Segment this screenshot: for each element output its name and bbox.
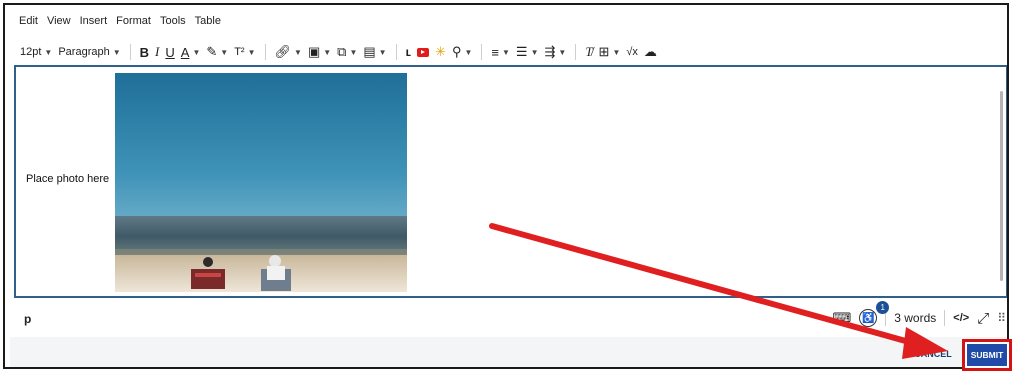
fullscreen-icon[interactable]: ⤢ [977, 310, 989, 327]
menu-tools[interactable]: Tools [160, 15, 186, 33]
image-button[interactable]: ▣ ▼ [305, 42, 334, 62]
toolbar-divider [264, 44, 266, 60]
chevron-down-icon: ▼ [112, 47, 121, 57]
align-left-icon: ≡ [491, 44, 499, 60]
resize-handle-icon[interactable]: ⠿ [997, 311, 1006, 325]
superscript-icon: T² [234, 46, 245, 58]
text-color-icon: A [180, 44, 190, 60]
align-button[interactable]: ≡ ▼ [488, 42, 513, 62]
menu-edit[interactable]: Edit [19, 15, 38, 33]
beach-photo[interactable] [115, 73, 407, 292]
font-size-select[interactable]: 12pt ▼ [17, 42, 55, 62]
clear-format-icon: T̸ [585, 44, 593, 59]
cloud-icon: ☁ [643, 44, 657, 59]
youtube-icon [417, 47, 430, 57]
media-icon: ⧉ [337, 44, 347, 59]
status-divider [944, 310, 946, 326]
apps-button[interactable]: ✳ [432, 42, 449, 62]
chevron-down-icon: ▼ [349, 47, 358, 57]
chevron-down-icon: ▼ [44, 47, 53, 57]
menu-insert[interactable]: Insert [80, 15, 108, 33]
link-icon: 🔗︎ [274, 44, 292, 59]
document-button[interactable]: ▤ ▼ [360, 42, 389, 62]
block-format-select[interactable]: Paragraph ▼ [55, 42, 123, 62]
editor-content-area[interactable]: Place photo here [14, 65, 1007, 298]
menu-bar: Edit View Insert Format Tools Table [19, 15, 221, 33]
superscript-button[interactable]: T² ▼ [231, 42, 258, 62]
accessibility-checker[interactable]: ♿ 1 [859, 301, 890, 327]
chevron-down-icon: ▼ [323, 47, 332, 57]
plug-icon: ⚲ [451, 44, 462, 59]
accessibility-count-badge: 1 [876, 301, 890, 314]
status-right: ⌨ ♿ 1 3 words </> ⤢ ⠿ [832, 301, 1006, 329]
bold-button[interactable]: B [137, 42, 152, 62]
bullet-list-button[interactable]: ☰ ▼ [513, 42, 542, 62]
app-logo-icon: ʟ [405, 45, 412, 59]
element-path[interactable]: p [24, 312, 31, 326]
table-icon: ⊞ [598, 44, 610, 59]
text-color-button[interactable]: A ▼ [178, 42, 204, 62]
chevron-down-icon: ▼ [530, 47, 539, 57]
clear-format-button[interactable]: T̸ [582, 42, 595, 62]
sparkle-icon: ✳ [435, 44, 446, 59]
plugin-button[interactable]: ⚲ ▼ [449, 42, 475, 62]
chevron-down-icon: ▼ [464, 47, 473, 57]
font-size-value: 12pt [20, 46, 42, 58]
italic-button[interactable]: I [152, 42, 162, 62]
toolbar-divider [129, 44, 131, 60]
word-count[interactable]: 3 words [894, 311, 936, 325]
chevron-down-icon: ▼ [501, 47, 510, 57]
toolbar-divider [395, 44, 397, 60]
submit-highlight-box: SUBMIT [962, 339, 1012, 371]
youtube-button[interactable] [414, 42, 432, 62]
chevron-down-icon: ▼ [558, 47, 567, 57]
cancel-button[interactable]: CANCEL [908, 340, 958, 368]
chevron-down-icon: ▼ [612, 47, 621, 57]
image-icon: ▣ [307, 44, 321, 59]
table-button[interactable]: ⊞ ▼ [596, 42, 624, 62]
indent-icon: ⇶ [544, 44, 556, 59]
toolbar-divider [481, 44, 483, 60]
menu-format[interactable]: Format [116, 15, 151, 33]
menu-table[interactable]: Table [195, 15, 221, 33]
app-button-1[interactable]: ʟ [403, 42, 414, 62]
chevron-down-icon: ▼ [247, 47, 256, 57]
media-button[interactable]: ⧉ ▼ [334, 42, 360, 62]
math-icon: √x [626, 46, 638, 58]
footer-bar [10, 337, 1007, 367]
chevron-down-icon: ▼ [192, 47, 201, 57]
indent-button[interactable]: ⇶ ▼ [541, 42, 569, 62]
cloud-button[interactable]: ☁ [641, 42, 660, 62]
keyboard-icon[interactable]: ⌨ [832, 310, 851, 326]
toolbar: 12pt ▼ Paragraph ▼ B I U A ▼ ✎ ▼ T² ▼ 🔗︎ ▼ ▣ ▼ … [17, 41, 1005, 63]
editor-scrollbar[interactable] [1000, 91, 1003, 281]
toolbar-divider [575, 44, 577, 60]
bullet-list-icon: ☰ [515, 44, 528, 59]
chevron-down-icon: ▼ [294, 47, 302, 57]
accessibility-icon: ♿ [859, 309, 878, 327]
menu-view[interactable]: View [47, 15, 71, 33]
submit-button[interactable]: SUBMIT [967, 344, 1007, 366]
document-icon: ▤ [363, 44, 376, 59]
beach-photo-graphic [115, 73, 407, 292]
chevron-down-icon: ▼ [220, 47, 229, 57]
link-button[interactable]: 🔗︎ ▼ [272, 42, 305, 62]
highlight-button[interactable]: ✎ ▼ [203, 42, 231, 62]
placeholder-text: Place photo here [26, 173, 110, 185]
chevron-down-icon: ▼ [378, 47, 387, 57]
editor-window: Edit View Insert Format Tools Table 12pt… [3, 3, 1009, 369]
math-button[interactable]: √x [623, 42, 641, 62]
status-bar: p ⌨ ♿ 1 3 words </> ⤢ ⠿ [14, 301, 1007, 335]
html-view-button[interactable]: </> [953, 312, 969, 324]
block-format-value: Paragraph [58, 46, 110, 58]
highlighter-icon: ✎ [206, 44, 218, 59]
underline-button[interactable]: U [162, 42, 177, 62]
